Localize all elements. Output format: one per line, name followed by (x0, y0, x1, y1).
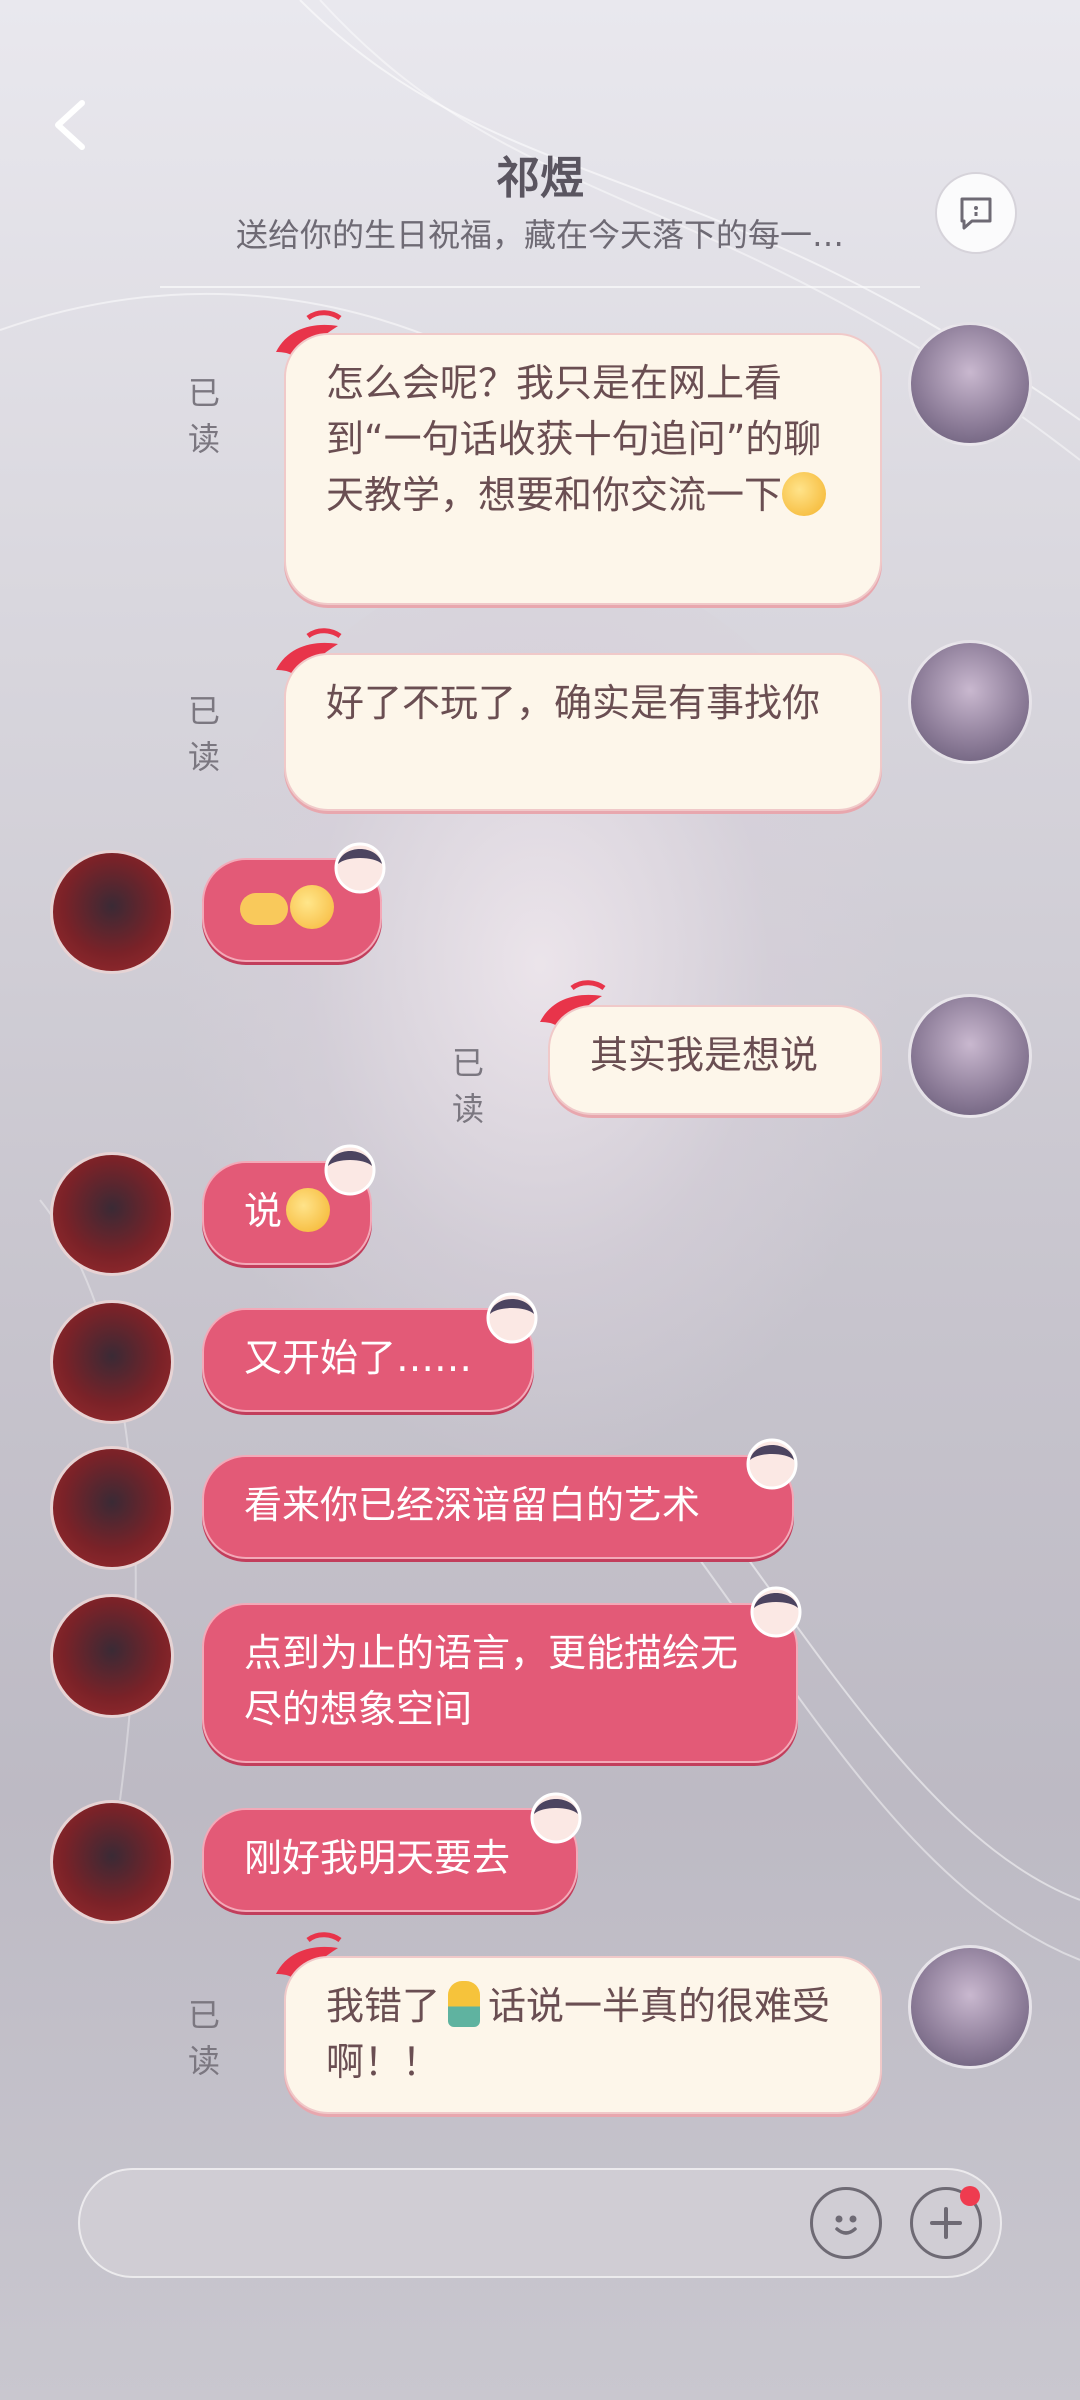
read-receipt: 已读 (188, 374, 221, 458)
notification-dot (960, 2186, 980, 2206)
message-text: 好了不玩了，确实是有事找你 (326, 681, 821, 725)
cool-sunglasses-emoji-icon (782, 472, 827, 516)
smiley-icon (835, 2215, 857, 2235)
avatar[interactable] (908, 1945, 1032, 2069)
avatar[interactable] (50, 1152, 174, 1276)
chibi-icon (750, 1586, 802, 1638)
message-text: 我错了 (326, 1984, 441, 2028)
chat-subtitle[interactable]: 送给你的生日祝福，藏在今天落下的每一… (195, 210, 885, 256)
chat-title: 祁煜 (496, 153, 584, 204)
message-bubble[interactable]: 怎么会呢？我只是在网上看到“一句话收获十句追问”的聊天教学，想要和你交流一下 (284, 333, 882, 605)
read-receipt: 已读 (188, 1996, 221, 2080)
message-bubble[interactable]: 看来你已经深谙留白的艺术 (202, 1455, 794, 1559)
chat-header: 祁煜 送给你的生日祝福，藏在今天落下的每一… (0, 0, 1080, 290)
chibi-icon (334, 842, 386, 894)
avatar[interactable] (50, 1594, 174, 1718)
header-divider (160, 286, 920, 288)
message-bubble[interactable]: 我错了 话说一半真的很难受啊！！ (284, 1956, 882, 2114)
chibi-icon (324, 1144, 376, 1196)
hand-emoji-icon (240, 893, 288, 925)
message-input-bar[interactable] (78, 2168, 1002, 2278)
avatar[interactable] (908, 640, 1032, 764)
avatar[interactable] (50, 1300, 174, 1424)
chibi-icon (486, 1292, 538, 1344)
chibi-icon (746, 1438, 798, 1490)
message-bubble-icon (960, 197, 992, 230)
message-text: 点到为止的语言，更能描绘无尽的想象空间 (244, 1631, 739, 1731)
message-text: 看来你已经深谙留白的艺术 (244, 1483, 701, 1527)
message-text: 又开始了…… (244, 1336, 473, 1380)
read-receipt: 已读 (188, 692, 221, 776)
avatar[interactable] (908, 322, 1032, 446)
message-text: 怎么会呢？我只是在网上看到“一句话收获十句追问”的聊天教学，想要和你交流一下 (326, 361, 822, 517)
message-bubble[interactable]: 刚好我明天要去 (202, 1808, 578, 1912)
read-receipt: 已读 (452, 1044, 485, 1128)
emoji-button[interactable] (810, 2187, 882, 2259)
chibi-icon (530, 1792, 582, 1844)
message-bubble[interactable]: 好了不玩了，确实是有事找你 (284, 653, 882, 811)
avatar[interactable] (908, 994, 1032, 1118)
message-bubble[interactable]: 其实我是想说 (548, 1005, 882, 1115)
message-text: 刚好我明天要去 (244, 1836, 511, 1880)
person-emoji-icon (448, 1981, 481, 2027)
avatar[interactable] (50, 850, 174, 974)
plus-icon (930, 2207, 962, 2239)
avatar[interactable] (50, 1446, 174, 1570)
tongue-emoji-icon (290, 885, 334, 929)
message-bubble[interactable]: 点到为止的语言，更能描绘无尽的想象空间 (202, 1603, 798, 1763)
message-text: 其实我是想说 (590, 1033, 819, 1077)
avatar[interactable] (50, 1800, 174, 1924)
moments-button[interactable] (935, 172, 1017, 254)
message-text: 说 (244, 1189, 283, 1233)
